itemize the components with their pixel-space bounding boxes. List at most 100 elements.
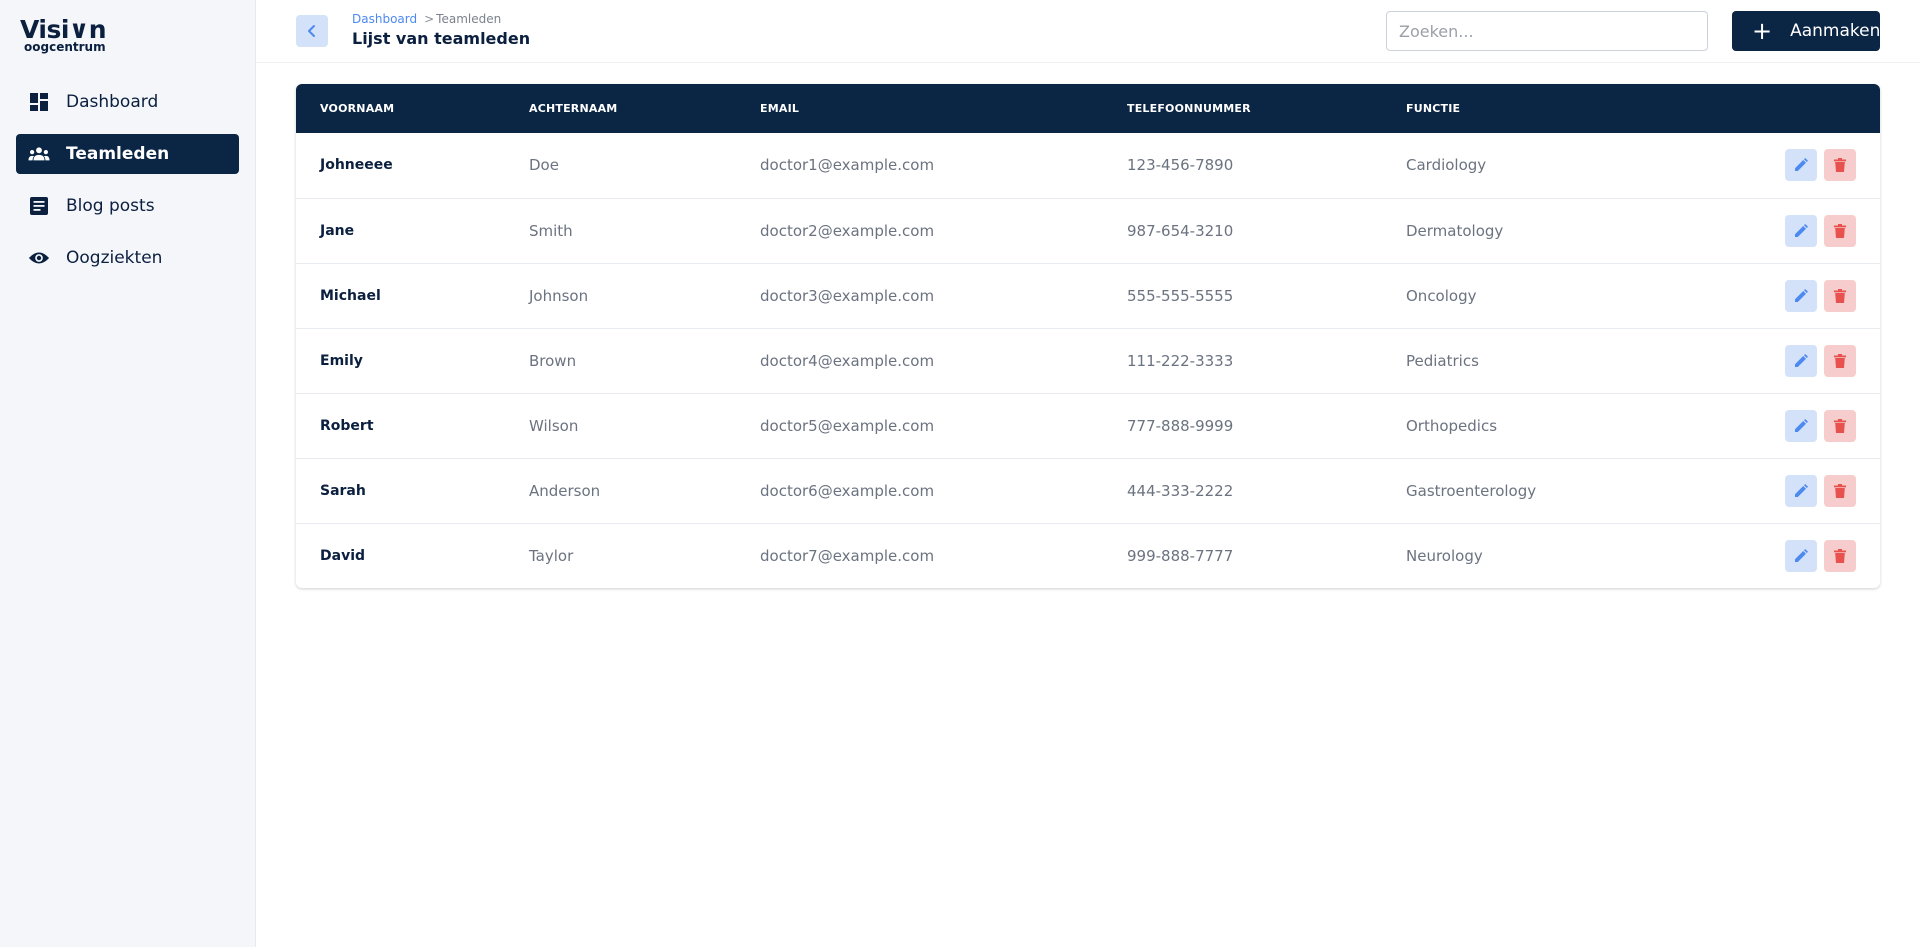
team-table-card: VOORNAAM ACHTERNAAM EMAIL TELEFOONNUMMER… [296, 84, 1880, 588]
table-header-row: VOORNAAM ACHTERNAAM EMAIL TELEFOONNUMMER… [296, 84, 1880, 133]
sidebar-item-teamleden[interactable]: Teamleden [16, 134, 239, 174]
role-cell: Gastroenterology [1406, 481, 1537, 500]
last-name-cell: Brown [529, 351, 577, 370]
role-cell: Orthopedics [1406, 416, 1498, 435]
breadcrumb-separator: > [424, 12, 435, 26]
sidebar: Visi∨n oogcentrum Dashboard Teamleden Blog… [0, 0, 256, 947]
edit-button[interactable] [1785, 474, 1817, 507]
team-table: VOORNAAM ACHTERNAAM EMAIL TELEFOONNUMMER… [296, 84, 1880, 588]
pencil-icon [1794, 548, 1808, 563]
trash-icon [1834, 418, 1846, 433]
pencil-icon [1794, 223, 1808, 238]
role-cell: Neurology [1406, 546, 1483, 565]
delete-button[interactable] [1824, 409, 1856, 442]
col-header-achternaam[interactable]: ACHTERNAAM [505, 84, 736, 133]
create-button[interactable]: + Aanmaken [1732, 11, 1880, 51]
sidebar-item-label: Dashboard [66, 92, 159, 112]
table-row: Michael Johnson doctor3@example.com 555-555… [296, 263, 1880, 328]
trash-icon [1834, 288, 1846, 303]
eye-icon [28, 247, 50, 269]
email-cell: doctor1@example.com [760, 156, 935, 175]
delete-button[interactable] [1824, 474, 1856, 507]
role-cell: Oncology [1406, 286, 1477, 305]
delete-button[interactable] [1824, 539, 1856, 572]
table-row: Johneeee Doe doctor1@example.com 123-456-78… [296, 133, 1880, 198]
breadcrumb-dashboard[interactable]: Dashboard [352, 12, 417, 26]
create-button-label: Aanmaken [1790, 21, 1881, 41]
edit-button[interactable] [1785, 214, 1817, 247]
pencil-icon [1794, 288, 1808, 303]
brand-logo[interactable]: Visi∨n oogcentrum [20, 16, 140, 56]
phone-cell: 987-654-3210 [1127, 221, 1234, 240]
table-row: Robert Wilson doctor5@example.com 777-888-9… [296, 393, 1880, 458]
edit-button[interactable] [1785, 539, 1817, 572]
delete-button[interactable] [1824, 344, 1856, 377]
phone-cell: 777-888-9999 [1127, 416, 1234, 435]
pencil-icon [1794, 353, 1808, 368]
email-cell: doctor2@example.com [760, 221, 935, 240]
first-name-cell: Sarah [320, 482, 366, 499]
brand-subtitle: oogcentrum [24, 40, 106, 54]
edit-button[interactable] [1785, 409, 1817, 442]
actions-cell [1699, 393, 1880, 458]
col-header-actions [1699, 84, 1880, 133]
delete-button[interactable] [1824, 214, 1856, 247]
sidebar-item-oogziekten[interactable]: Oogziekten [16, 238, 239, 278]
delete-button[interactable] [1824, 149, 1856, 182]
table-row: Emily Brown doctor4@example.com 111-222-333… [296, 328, 1880, 393]
table-row: David Taylor doctor7@example.com 999-888-77… [296, 523, 1880, 588]
email-cell: doctor7@example.com [760, 546, 935, 565]
trash-icon [1834, 158, 1846, 173]
phone-cell: 444-333-2222 [1127, 481, 1234, 500]
edit-button[interactable] [1785, 279, 1817, 312]
plus-icon: + [1752, 17, 1773, 45]
role-cell: Pediatrics [1406, 351, 1479, 370]
last-name-cell: Doe [529, 156, 559, 175]
phone-cell: 111-222-3333 [1127, 351, 1234, 370]
last-name-cell: Johnson [529, 286, 589, 305]
search-input[interactable] [1386, 11, 1708, 51]
trash-icon [1834, 483, 1846, 498]
actions-cell [1699, 523, 1880, 588]
sidebar-nav: Dashboard Teamleden Blog posts Oogziekten [16, 82, 239, 290]
first-name-cell: David [320, 547, 366, 564]
actions-cell [1699, 263, 1880, 328]
col-header-telefoonnummer[interactable]: TELEFOONNUMMER [1103, 84, 1382, 133]
team-icon [28, 143, 50, 165]
table-row: Jane Smith doctor2@example.com 987-654-3210… [296, 198, 1880, 263]
col-header-voornaam[interactable]: VOORNAAM [296, 84, 505, 133]
edit-button[interactable] [1785, 149, 1817, 182]
back-button[interactable] [296, 15, 328, 47]
delete-button[interactable] [1824, 279, 1856, 312]
sidebar-item-dashboard[interactable]: Dashboard [16, 82, 239, 122]
email-cell: doctor5@example.com [760, 416, 935, 435]
role-cell: Dermatology [1406, 221, 1504, 240]
article-icon [28, 195, 50, 217]
email-cell: doctor3@example.com [760, 286, 935, 305]
breadcrumb: Dashboard > Teamleden [352, 12, 501, 26]
col-header-functie[interactable]: FUNCTIE [1382, 84, 1699, 133]
first-name-cell: Michael [320, 287, 381, 304]
actions-cell [1699, 198, 1880, 263]
actions-cell [1699, 328, 1880, 393]
role-cell: Cardiology [1406, 156, 1487, 175]
pencil-icon [1794, 483, 1808, 498]
chevron-left-icon [308, 25, 315, 37]
dashboard-icon [28, 91, 50, 113]
phone-cell: 999-888-7777 [1127, 546, 1234, 565]
sidebar-item-blog-posts[interactable]: Blog posts [16, 186, 239, 226]
actions-cell [1699, 458, 1880, 523]
edit-button[interactable] [1785, 344, 1817, 377]
actions-cell [1699, 133, 1880, 198]
first-name-cell: Jane [320, 222, 355, 239]
first-name-cell: Emily [320, 352, 363, 369]
last-name-cell: Taylor [529, 546, 574, 565]
phone-cell: 123-456-7890 [1127, 156, 1234, 175]
first-name-cell: Robert [320, 417, 374, 434]
email-cell: doctor4@example.com [760, 351, 935, 370]
breadcrumb-current: Teamleden [436, 12, 502, 26]
phone-cell: 555-555-5555 [1127, 286, 1234, 305]
trash-icon [1834, 353, 1846, 368]
sidebar-item-label: Teamleden [66, 144, 170, 164]
col-header-email[interactable]: EMAIL [736, 84, 1103, 133]
